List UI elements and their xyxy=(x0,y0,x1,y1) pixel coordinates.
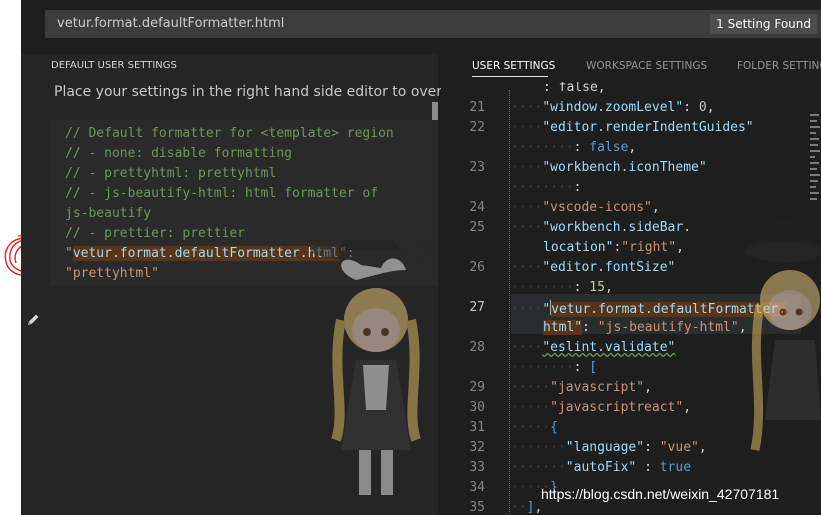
comment-line: // - js-beautify-html: html formatter of xyxy=(65,186,379,201)
comment-line: // - none: disable formatting xyxy=(65,146,292,161)
edit-pencil-icon[interactable] xyxy=(25,312,41,328)
line-number: 27 xyxy=(469,300,485,315)
code-line: : false, xyxy=(543,82,606,95)
code-line: ····"vscode-icons", xyxy=(511,200,660,215)
default-settings-title: DEFAULT USER SETTINGS xyxy=(51,60,177,71)
anime-character-illustration xyxy=(745,220,821,451)
line-number: 22 xyxy=(469,120,485,135)
comment-line: // Default formatter for <template> regi… xyxy=(65,126,394,141)
code-line: ·····{ xyxy=(511,420,558,435)
line-number: 25 xyxy=(469,220,485,235)
code-line: ····"editor.fontSize" xyxy=(511,260,676,275)
code-line-wrap: ········: [ xyxy=(511,360,598,375)
tab-folder-settings[interactable]: FOLDER SETTINGS xyxy=(737,60,821,72)
code-line-wrap: ········: xyxy=(511,180,582,195)
comment-line: js-beautify xyxy=(65,206,152,221)
line-number: 28 xyxy=(469,340,485,355)
line-number: 21 xyxy=(469,100,485,115)
comment-line: // - prettyhtml: prettyhtml xyxy=(65,166,277,181)
code-line: ····"eslint.validate" xyxy=(511,340,676,355)
code-line: ····"workbench.iconTheme" xyxy=(511,160,707,175)
code-line: ·······"language": "vue", xyxy=(511,440,707,455)
code-line-wrap: ········: 15, xyxy=(511,280,613,295)
setting-key: vetur.format.defaultFormatter.html xyxy=(72,246,339,261)
line-number: 23 xyxy=(469,160,485,175)
line-number: 30 xyxy=(469,400,485,415)
code-line-wrap: ········: false, xyxy=(511,140,637,155)
line-number: 31 xyxy=(469,420,485,435)
code-line: ·····"javascriptreact", xyxy=(511,400,692,415)
setting-default-value: "prettyhtml" xyxy=(65,266,159,281)
code-line: ··], xyxy=(511,500,543,515)
tab-workspace-settings[interactable]: WORKSPACE SETTINGS xyxy=(586,60,707,72)
settings-tabs: USER SETTINGS WORKSPACE SETTINGS FOLDER … xyxy=(441,54,821,82)
line-number: 29 xyxy=(469,380,485,395)
code-line: ····"workbench.sideBar. xyxy=(511,220,692,235)
line-number: 34 xyxy=(469,480,485,495)
line-number: 26 xyxy=(469,260,485,275)
code-line: ·····"javascript", xyxy=(511,380,652,395)
settings-search-bar[interactable]: vetur.format.defaultFormatter.html 1 Set… xyxy=(45,10,821,38)
line-number: 35 xyxy=(469,500,485,515)
watermark-url: https://blog.csdn.net/weixin_42707181 xyxy=(541,486,780,502)
comment-line: // - prettier: prettier xyxy=(65,226,246,241)
anime-character-illustration xyxy=(311,240,431,495)
code-line: ····"editor.renderIndentGuides" xyxy=(511,120,754,135)
settings-search-input[interactable]: vetur.format.defaultFormatter.html xyxy=(57,16,284,31)
code-line: ·······"autoFix" : true xyxy=(511,460,692,475)
search-result-badge: 1 Setting Found xyxy=(710,14,817,34)
code-line: ····"window.zoomLevel": 0, xyxy=(511,100,715,115)
code-line-wrap: html": "js-beautify-html", xyxy=(543,320,747,335)
vscode-settings-window: vetur.format.defaultFormatter.html 1 Set… xyxy=(21,0,821,515)
tab-user-settings[interactable]: USER SETTINGS xyxy=(472,60,555,72)
active-tab-indicator xyxy=(472,76,548,77)
line-number: 32 xyxy=(469,440,485,455)
line-number: 33 xyxy=(469,460,485,475)
code-line-wrap: location":"right", xyxy=(543,240,684,255)
default-settings-description: Place your settings in the right hand si… xyxy=(54,84,474,100)
line-number: 24 xyxy=(469,200,485,215)
